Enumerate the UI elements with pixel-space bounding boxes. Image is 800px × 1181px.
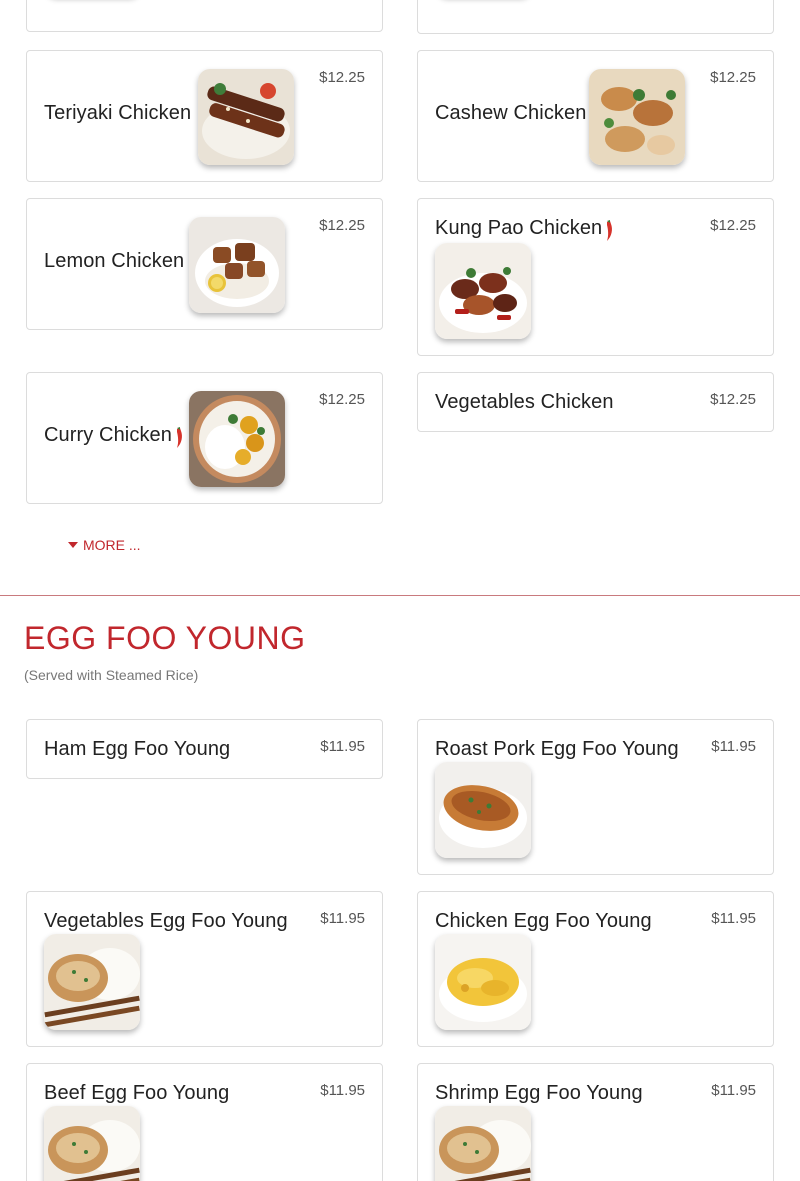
item-price: $12.25 (710, 69, 756, 86)
item-name: Chicken Egg Foo Young (435, 910, 652, 932)
item-price: $11.95 (711, 738, 756, 755)
item-name: Beef Egg Foo Young (44, 1082, 230, 1104)
item-name: Lemon Chicken (44, 250, 185, 272)
spicy-pepper-icon (177, 427, 182, 448)
item-price: $11.95 (711, 910, 756, 927)
menu-item-cashew-chicken[interactable]: Cashew Chicken $12.25 (417, 50, 774, 182)
curry-chicken-photo (189, 391, 285, 487)
cashew-chicken-photo (589, 69, 685, 165)
item-price: $12.25 (710, 217, 756, 234)
beef-egg-foo-young-photo (44, 1106, 140, 1181)
menu-item-teriyaki-chicken[interactable]: Teriyaki Chicken $12.25 (26, 50, 383, 182)
item-price: $11.95 (711, 1082, 756, 1099)
item-price: $11.95 (320, 1082, 365, 1099)
menu-item-chicken-egg-foo-young[interactable]: Chicken Egg Foo Young $11.95 (417, 891, 774, 1047)
menu-item-ham-egg-foo-young[interactable]: Ham Egg Foo Young $11.95 (26, 719, 383, 779)
menu-item-vegetables-chicken[interactable]: Vegetables Chicken $12.25 (417, 372, 774, 432)
menu-item-lemon-chicken[interactable]: Lemon Chicken $12.25 (26, 198, 383, 330)
item-name: Ham Egg Foo Young (44, 738, 231, 760)
roast-pork-egg-foo-young-photo (435, 762, 531, 858)
item-price: $12.25 (710, 391, 756, 408)
item-price: $11.95 (320, 910, 365, 927)
more-button[interactable]: MORE ... (68, 537, 141, 553)
menu-item-vegetables-egg-foo-young[interactable]: Vegetables Egg Foo Young $11.95 (26, 891, 383, 1047)
item-price: $11.95 (320, 738, 365, 755)
menu-item-card-partial[interactable] (417, 0, 774, 34)
item-price: $12.25 (319, 391, 365, 408)
item-name: Teriyaki Chicken (44, 102, 192, 124)
menu-item-kung-pao-chicken[interactable]: Kung Pao Chicken $12.25 (417, 198, 774, 356)
item-price: $12.25 (319, 69, 365, 86)
item-name: Curry Chicken (44, 424, 172, 446)
menu-item-curry-chicken[interactable]: Curry Chicken $12.25 (26, 372, 383, 504)
shrimp-egg-foo-young-photo (435, 1106, 531, 1181)
section-subtitle: (Served with Steamed Rice) (24, 667, 199, 683)
item-name: Vegetables Egg Foo Young (44, 910, 288, 932)
section-divider (0, 595, 800, 596)
menu-item-roast-pork-egg-foo-young[interactable]: Roast Pork Egg Foo Young $11.95 (417, 719, 774, 875)
more-label: MORE ... (83, 537, 141, 553)
chicken-egg-foo-young-photo (435, 934, 531, 1030)
item-name: Cashew Chicken (435, 102, 587, 124)
item-name: Kung Pao Chicken (435, 217, 603, 239)
teriyaki-chicken-photo (198, 69, 294, 165)
spicy-pepper-icon (607, 220, 612, 241)
item-price: $12.25 (319, 217, 365, 234)
menu-item-shrimp-egg-foo-young[interactable]: Shrimp Egg Foo Young $11.95 (417, 1063, 774, 1181)
section-title: EGG FOO YOUNG (24, 620, 306, 656)
caret-down-icon (68, 542, 78, 548)
item-name: Vegetables Chicken (435, 391, 614, 413)
menu-item-card-partial[interactable] (26, 0, 383, 32)
item-name: Shrimp Egg Foo Young (435, 1082, 643, 1104)
item-name: Roast Pork Egg Foo Young (435, 738, 679, 760)
lemon-chicken-photo (189, 217, 285, 313)
kung-pao-chicken-photo (435, 243, 531, 339)
menu-item-beef-egg-foo-young[interactable]: Beef Egg Foo Young $11.95 (26, 1063, 383, 1181)
vegetables-egg-foo-young-photo (44, 934, 140, 1030)
